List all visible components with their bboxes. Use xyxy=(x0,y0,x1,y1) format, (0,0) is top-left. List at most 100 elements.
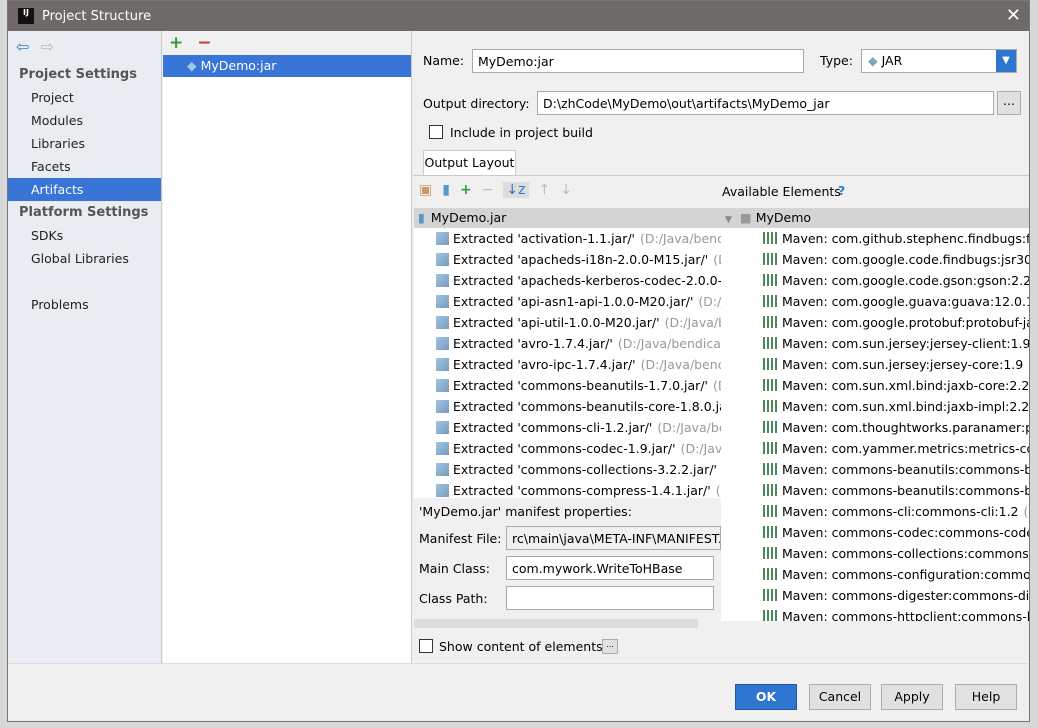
tree-item[interactable]: Maven: commons-httpclient:commons-http xyxy=(721,606,1029,621)
sidebar-item-global-libraries[interactable]: Global Libraries xyxy=(8,247,161,270)
tree-item[interactable]: Maven: com.sun.xml.bind:jaxb-impl:2.2.11… xyxy=(721,396,1029,417)
tree-item-path: (Proj xyxy=(1023,504,1029,519)
help-icon[interactable]: ? xyxy=(838,183,845,198)
tree-item-label: Extracted 'commons-cli-1.2.jar/' xyxy=(453,420,653,435)
remove-icon[interactable]: − xyxy=(197,33,211,53)
manifest-file-input[interactable] xyxy=(506,526,721,550)
manifest-file-label: Manifest File: xyxy=(419,531,502,546)
main-class-input[interactable] xyxy=(506,556,714,580)
tree-item[interactable]: Extracted 'apacheds-kerberos-codec-2.0.0… xyxy=(414,270,721,291)
tree-item[interactable]: Maven: com.github.stephenc.findbugs:find… xyxy=(721,228,1029,249)
sidebar-item-project[interactable]: Project xyxy=(8,86,161,109)
include-in-build-checkbox[interactable] xyxy=(429,125,443,139)
create-directory-icon[interactable]: ▣ xyxy=(419,182,432,198)
tree-item-label: Extracted 'commons-codec-1.9.jar/' xyxy=(453,441,676,456)
tree-item-label: Maven: com.sun.jersey:jersey-core:1.9 xyxy=(782,357,1024,372)
tree-item-path: (D:/Java/b xyxy=(680,441,721,456)
maven-library-icon xyxy=(763,337,777,349)
tree-item[interactable]: Maven: com.google.code.gson:gson:2.2.4( xyxy=(721,270,1029,291)
remove-icon[interactable]: − xyxy=(482,182,494,198)
tree-item[interactable]: Maven: com.thoughtworks.paranamer:para xyxy=(721,417,1029,438)
tree-item[interactable]: Extracted 'api-util-1.0.0-M20.jar/' (D:/J… xyxy=(414,312,721,333)
expand-arrow-icon[interactable]: ▼ xyxy=(725,215,732,225)
tree-item[interactable]: Maven: com.sun.xml.bind:jaxb-core:2.2.11… xyxy=(721,375,1029,396)
apply-button[interactable]: Apply xyxy=(881,684,943,710)
sidebar-item-artifacts[interactable]: Artifacts xyxy=(8,178,161,201)
tree-item-label: Maven: com.google.protobuf:protobuf-jav xyxy=(782,315,1029,330)
tree-item[interactable]: Maven: commons-codec:commons-codec: xyxy=(721,522,1029,543)
move-up-icon[interactable]: ↑ xyxy=(539,182,551,198)
ok-button[interactable]: OK xyxy=(735,684,797,710)
sort-icon[interactable]: ↓z xyxy=(503,182,529,198)
sidebar-item-sdks[interactable]: SDKs xyxy=(8,224,161,247)
tree-item[interactable]: Maven: commons-collections:commons-co xyxy=(721,543,1029,564)
tree-item[interactable]: Maven: commons-configuration:commons- xyxy=(721,564,1029,585)
tree-item[interactable]: Maven: commons-cli:commons-cli:1.2 (Proj xyxy=(721,501,1029,522)
sidebar-item-problems[interactable]: Problems xyxy=(8,293,161,316)
maven-library-icon xyxy=(763,358,777,370)
tree-item[interactable]: Maven: com.sun.jersey:jersey-client:1.9(… xyxy=(721,333,1029,354)
maven-library-icon xyxy=(763,442,777,454)
tree-item[interactable]: Maven: commons-beanutils:commons-bea xyxy=(721,459,1029,480)
close-icon[interactable]: ✕ xyxy=(1006,5,1021,26)
show-content-options-button[interactable]: ... xyxy=(602,639,618,654)
folder-icon: ■ xyxy=(739,210,756,225)
output-directory-input[interactable] xyxy=(537,91,994,115)
tree-item[interactable]: Extracted 'commons-beanutils-1.7.0.jar/'… xyxy=(414,375,721,396)
tree-item[interactable]: Maven: com.google.code.findbugs:jsr305:3 xyxy=(721,249,1029,270)
tab-output-layout[interactable]: Output Layout xyxy=(423,150,516,175)
title-bar: IJ Project Structure ✕ xyxy=(8,1,1029,31)
extracted-jar-icon xyxy=(436,379,449,392)
tree-item[interactable]: Maven: com.google.protobuf:protobuf-jav xyxy=(721,312,1029,333)
cancel-button[interactable]: Cancel xyxy=(809,684,871,710)
tree-item-label: Maven: commons-collections:commons-co xyxy=(782,546,1029,561)
sidebar-item-facets[interactable]: Facets xyxy=(8,155,161,178)
available-elements-tree[interactable]: ▼ ■ MyDemo Maven: com.github.stephenc.fin… xyxy=(721,208,1029,621)
tree-item[interactable]: Extracted 'api-asn1-api-1.0.0-M20.jar/' (… xyxy=(414,291,721,312)
tree-item[interactable]: Extracted 'apacheds-i18n-2.0.0-M15.jar/'… xyxy=(414,249,721,270)
name-label: Name: xyxy=(423,53,465,68)
name-input[interactable] xyxy=(472,49,804,73)
extracted-jar-icon xyxy=(436,400,449,413)
tree-item[interactable]: Extracted 'avro-1.7.4.jar/' (D:/Java/bend… xyxy=(414,333,721,354)
type-dropdown[interactable]: ◆ JAR ▼ xyxy=(861,49,1017,73)
tree-item[interactable]: Extracted 'commons-compress-1.4.1.jar/'(… xyxy=(414,480,721,498)
tree-item[interactable]: Maven: com.sun.jersey:jersey-core:1.9 (Pr… xyxy=(721,354,1029,375)
artifact-item[interactable]: ◆ MyDemo:jar xyxy=(163,55,411,77)
browse-button[interactable]: ... xyxy=(997,91,1021,115)
tree-item[interactable]: Extracted 'commons-codec-1.9.jar/' (D:/Ja… xyxy=(414,438,721,459)
tree-item[interactable]: Extracted 'activation-1.1.jar/' (D:/Java/… xyxy=(414,228,721,249)
show-content-checkbox[interactable] xyxy=(419,639,433,653)
tree-item[interactable]: Extracted 'avro-ipc-1.7.4.jar/' (D:/Java/… xyxy=(414,354,721,375)
help-button[interactable]: Help xyxy=(955,684,1017,710)
horizontal-scrollbar[interactable] xyxy=(414,619,698,628)
sidebar-item-libraries[interactable]: Libraries xyxy=(8,132,161,155)
tree-item[interactable]: Extracted 'commons-cli-1.2.jar/' (D:/Java… xyxy=(414,417,721,438)
maven-library-icon xyxy=(763,526,777,538)
class-path-input[interactable] xyxy=(506,586,714,610)
back-icon[interactable]: ⇦ xyxy=(16,37,29,56)
extracted-jar-icon xyxy=(436,463,449,476)
tree-item-label: Maven: com.google.code.gson:gson:2.2.4 xyxy=(782,273,1029,288)
forward-icon[interactable]: ⇨ xyxy=(41,37,54,56)
tree-item[interactable]: Extracted 'commons-beanutils-core-1.8.0.… xyxy=(414,396,721,417)
sidebar-item-modules[interactable]: Modules xyxy=(8,109,161,132)
tree-item[interactable]: Maven: com.google.guava:guava:12.0.1(Pr xyxy=(721,291,1029,312)
intellij-logo-icon: IJ xyxy=(18,8,34,24)
tree-item-label: Maven: com.yammer.metrics:metrics-core:2 xyxy=(782,441,1029,456)
extracted-jar-icon xyxy=(436,316,449,329)
tree-item[interactable]: Maven: commons-digester:commons-dige xyxy=(721,585,1029,606)
add-icon[interactable]: + xyxy=(460,182,472,198)
extracted-jar-icon xyxy=(436,442,449,455)
tree-item-label: Maven: com.sun.jersey:jersey-client:1.9 xyxy=(782,336,1029,351)
chevron-down-icon[interactable]: ▼ xyxy=(996,50,1016,72)
archive-icon[interactable]: ▮ xyxy=(442,182,450,198)
output-layout-tree[interactable]: ▮ MyDemo.jar Extracted 'activation-1.1.ja… xyxy=(414,208,721,498)
move-down-icon[interactable]: ↓ xyxy=(560,182,572,198)
tree-item-label: Extracted 'apacheds-i18n-2.0.0-M15.jar/' xyxy=(453,252,709,267)
tree-item-label: Maven: com.google.guava:guava:12.0.1 xyxy=(782,294,1029,309)
tree-item[interactable]: Extracted 'commons-collections-3.2.2.jar… xyxy=(414,459,721,480)
add-icon[interactable]: + xyxy=(169,33,183,53)
tree-item[interactable]: Maven: commons-beanutils:commons-bea xyxy=(721,480,1029,501)
tree-item[interactable]: Maven: com.yammer.metrics:metrics-core:2 xyxy=(721,438,1029,459)
